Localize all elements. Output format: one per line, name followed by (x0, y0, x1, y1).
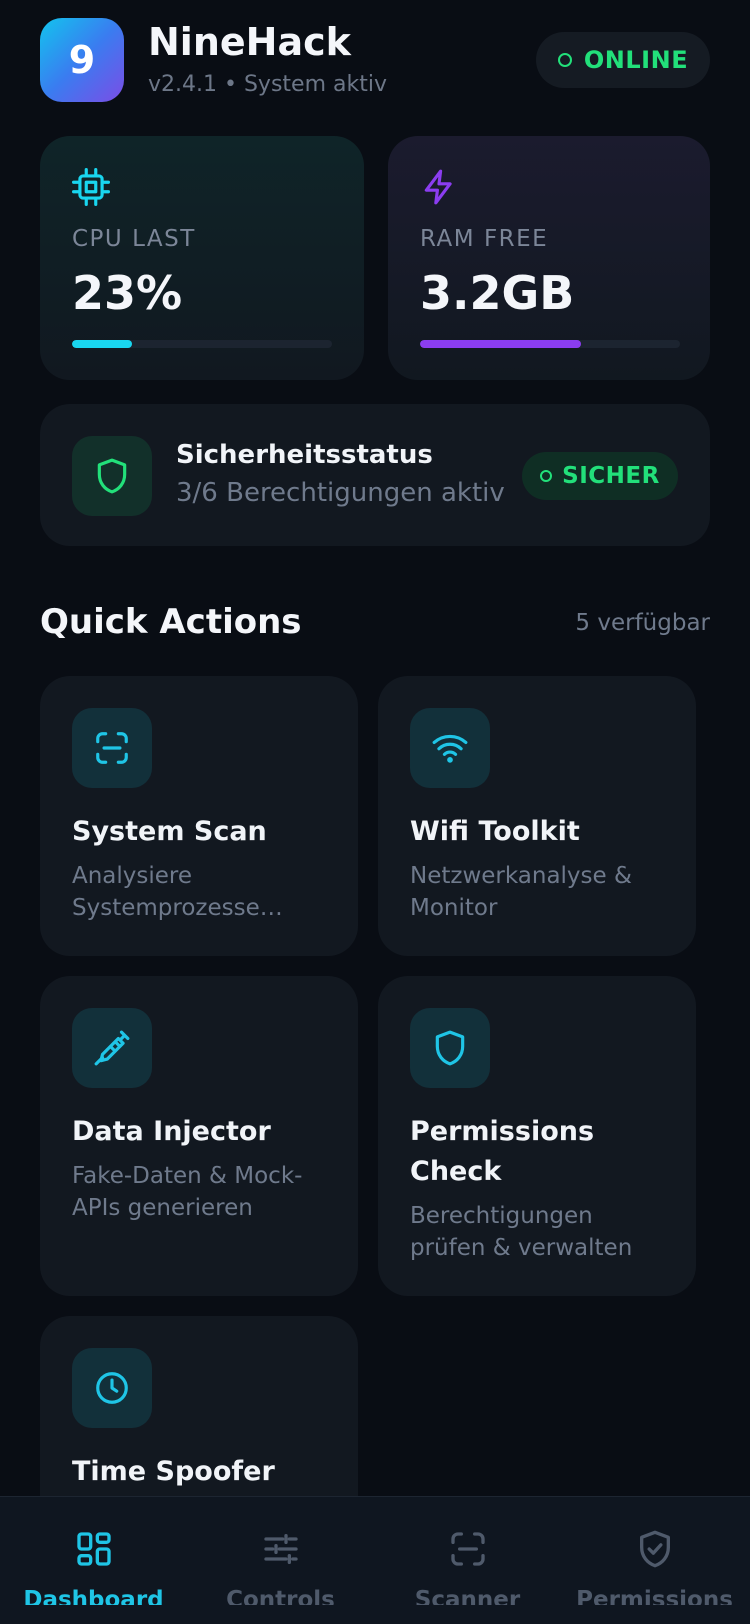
nav-label: Permissions (576, 1587, 733, 1605)
cpu-label: CPU LAST (72, 226, 196, 252)
app-version-status: v2.4.1 • System aktiv (148, 72, 387, 97)
nav-permissions[interactable]: Permissions (561, 1497, 748, 1624)
quick-actions-title: Quick Actions (40, 602, 302, 642)
ram-value: 3.2GB (420, 266, 575, 320)
dashboard-scroll-area[interactable]: 9 NineHack v2.4.1 • System aktiv ONLINE … (0, 0, 750, 1496)
shield-icon (435, 1030, 465, 1066)
sliders-icon (264, 1534, 298, 1564)
action-title: Wifi Toolkit (410, 816, 580, 847)
shield-icon (97, 458, 127, 494)
app-logo: 9 (40, 18, 124, 102)
nav-scanner[interactable]: Scanner (374, 1497, 561, 1624)
quick-actions-count: 5 verfügbar (575, 610, 710, 636)
security-badge-label: SICHER (562, 463, 660, 489)
action-card-data-injector[interactable]: Data Injector Fake-Daten & Mock-APIs gen… (40, 976, 358, 1296)
ram-progress-bar (420, 340, 680, 348)
action-description: Netzwerkanalyse & Monitor (410, 863, 632, 921)
nav-dashboard[interactable]: Dashboard (0, 1497, 187, 1624)
online-label: ONLINE (583, 46, 689, 74)
wifi-icon (432, 734, 468, 763)
action-title: Data Injector (72, 1116, 271, 1147)
nav-label: Scanner (414, 1587, 521, 1605)
action-description: Analysiere Systemprozesse und… (72, 863, 260, 921)
app-title: NineHack (148, 20, 351, 64)
syringe-icon (94, 1030, 130, 1066)
action-description: Fake-Daten & Mock-APIs generieren (72, 1163, 303, 1221)
status-dot-icon (557, 53, 572, 67)
security-status-card[interactable]: Sicherheitsstatus 3/6 Berechtigungen akt… (40, 404, 710, 546)
bottom-navigation: Dashboard Controls Scanner Permissions (0, 1496, 750, 1624)
action-icon-box (72, 1008, 152, 1088)
action-card-wifi-toolkit[interactable]: Wifi Toolkit Netzwerkanalyse & Monitor (378, 676, 696, 956)
lightning-icon (424, 169, 452, 205)
action-title: Permissions Check (410, 1116, 595, 1187)
ram-stat-card[interactable]: RAM FREE 3.2GB (388, 136, 710, 380)
status-dot-icon (540, 470, 553, 482)
nav-label: Dashboard (23, 1587, 164, 1605)
action-icon-box (410, 1008, 490, 1088)
action-card-system-scan[interactable]: System Scan Analysiere Systemprozesse un… (40, 676, 358, 956)
cpu-stat-card[interactable]: CPU LAST 23% (40, 136, 364, 380)
online-status-badge: ONLINE (536, 32, 710, 88)
clock-icon (96, 1372, 128, 1404)
action-icon-box (72, 1348, 152, 1428)
action-title: System Scan (72, 816, 267, 847)
ram-label: RAM FREE (420, 226, 549, 252)
cpu-value: 23% (72, 266, 183, 320)
nav-label: Controls (226, 1587, 335, 1605)
action-card-time-spoofer[interactable]: Time Spoofer (40, 1316, 358, 1496)
security-icon-box (72, 436, 152, 516)
scan-icon (96, 732, 128, 764)
app-header: 9 NineHack v2.4.1 • System aktiv ONLINE (40, 18, 710, 102)
nav-controls[interactable]: Controls (187, 1497, 374, 1624)
action-card-permissions-check[interactable]: Permissions Check Berechtigungen prüfen … (378, 976, 696, 1296)
cpu-progress-fill (72, 340, 132, 348)
security-title: Sicherheitsstatus (176, 440, 433, 470)
scan-icon (451, 1532, 485, 1566)
security-status-badge: SICHER (522, 452, 678, 500)
dashboard-grid-icon (77, 1532, 111, 1566)
ram-progress-fill (420, 340, 582, 348)
chip-icon (72, 168, 110, 206)
cpu-progress-bar (72, 340, 332, 348)
action-icon-box (72, 708, 152, 788)
shield-check-icon (640, 1530, 670, 1568)
action-icon-box (410, 708, 490, 788)
action-title: Time Spoofer (72, 1456, 275, 1487)
app-logo-text: 9 (68, 38, 96, 82)
security-subtitle: 3/6 Berechtigungen aktiv (176, 478, 505, 508)
action-description: Berechtigungen prüfen & verwalten (410, 1203, 633, 1261)
